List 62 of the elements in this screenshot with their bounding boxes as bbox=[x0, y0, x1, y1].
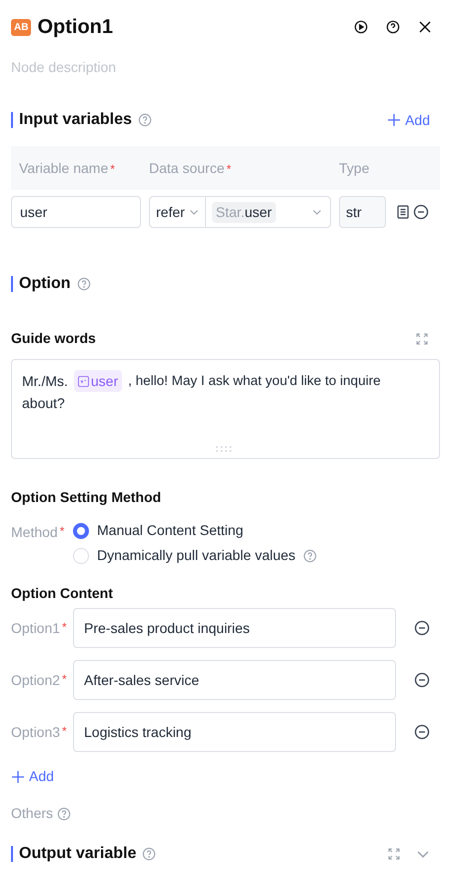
remove-icon[interactable] bbox=[413, 204, 429, 220]
description-field[interactable]: Node description bbox=[11, 50, 440, 84]
variable-name-field[interactable]: user bbox=[11, 196, 141, 228]
node-badge: AB bbox=[11, 18, 32, 36]
required-mark: * bbox=[62, 618, 67, 636]
guide-text: , hello! May I ask what you'd like to inquire bbox=[128, 372, 381, 390]
resize-handle-icon[interactable] bbox=[216, 446, 232, 452]
help-icon bbox=[76, 277, 91, 291]
document-icon[interactable] bbox=[397, 205, 409, 219]
help-icon bbox=[57, 806, 72, 820]
field-title: Guide words bbox=[11, 329, 96, 348]
column-header: Variable name bbox=[19, 160, 108, 176]
add-option-button[interactable]: Add bbox=[11, 766, 54, 787]
variable-icon bbox=[78, 376, 89, 386]
method-label: Method bbox=[11, 523, 58, 542]
required-mark: * bbox=[62, 722, 67, 740]
node-title: Option1 bbox=[37, 15, 113, 40]
remove-icon[interactable] bbox=[414, 672, 430, 688]
help-icon bbox=[303, 548, 318, 562]
section-marker bbox=[11, 846, 13, 862]
option-label: Option2 bbox=[11, 670, 60, 690]
required-mark: * bbox=[60, 523, 64, 540]
add-button[interactable]: Add bbox=[387, 110, 430, 130]
guide-text: Mr./Ms. bbox=[22, 372, 68, 391]
option-field[interactable]: Pre-sales product inquiries bbox=[73, 608, 396, 648]
field-title: Option Content bbox=[11, 584, 114, 603]
column-header: Type bbox=[339, 160, 370, 176]
chevron-down-icon bbox=[188, 207, 199, 217]
variable-reference: Star.user bbox=[212, 202, 276, 222]
chevron-down-icon bbox=[312, 207, 322, 217]
required-mark: * bbox=[62, 670, 67, 688]
radio-label: Manual Content Setting bbox=[97, 521, 244, 540]
variable-chip: user bbox=[74, 370, 122, 392]
required-mark: * bbox=[110, 162, 115, 176]
field-title: Option Setting Method bbox=[11, 488, 162, 507]
help-icon bbox=[142, 847, 156, 861]
option-field[interactable]: Logistics tracking bbox=[73, 712, 396, 752]
option-field[interactable]: After-sales service bbox=[73, 660, 396, 700]
plus-icon bbox=[11, 770, 25, 784]
section-title: Input variables bbox=[19, 110, 132, 130]
section-title: Output variable bbox=[19, 844, 136, 864]
section-title: Option bbox=[19, 274, 71, 294]
guide-text: about? bbox=[22, 395, 65, 411]
help-icon bbox=[138, 113, 152, 127]
plus-icon bbox=[387, 113, 402, 127]
remove-icon[interactable] bbox=[414, 620, 430, 636]
option-label: Option3 bbox=[11, 722, 60, 742]
source-mode: refer bbox=[156, 202, 185, 222]
help-button[interactable] bbox=[386, 19, 402, 35]
required-mark: * bbox=[226, 162, 232, 176]
column-header: Data source bbox=[149, 160, 224, 176]
guide-words-field[interactable]: Mr./Ms. user , hello! May I ask what you'd like to inquire about? bbox=[11, 359, 440, 459]
radio-button[interactable] bbox=[73, 522, 89, 538]
section-marker bbox=[11, 276, 13, 292]
run-button[interactable] bbox=[354, 19, 370, 35]
others-label: Others bbox=[11, 804, 54, 823]
radio-label: Dynamically pull variable values bbox=[97, 546, 296, 565]
remove-icon[interactable] bbox=[414, 724, 430, 740]
data-source-field[interactable]: refer Star.user bbox=[149, 196, 331, 228]
option-label: Option1 bbox=[11, 618, 60, 638]
section-marker bbox=[11, 112, 13, 128]
type-field: str bbox=[339, 196, 386, 228]
